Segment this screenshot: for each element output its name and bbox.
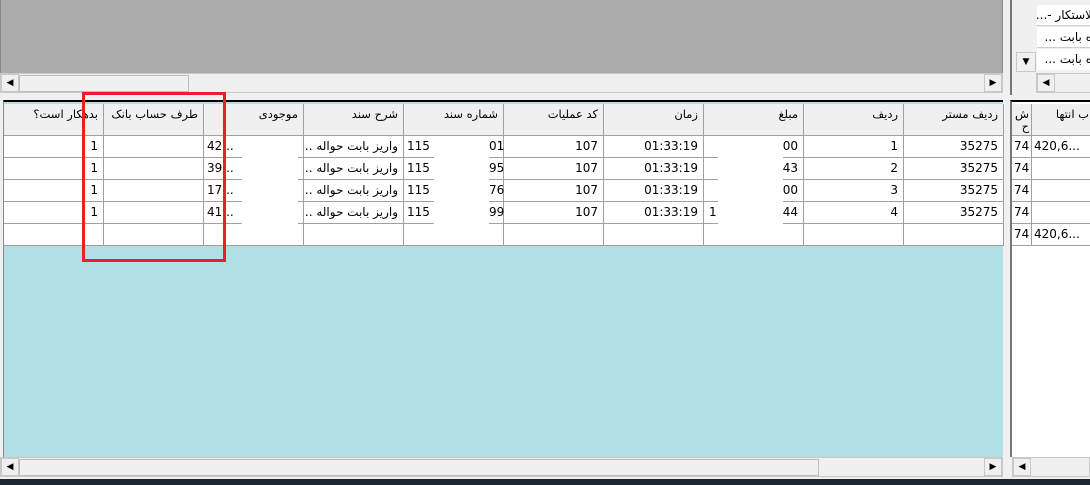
redaction-block	[718, 158, 783, 180]
top-right-list: لاستکار -... ه بابت ... ه بابت ... ▼ ◀	[1010, 0, 1090, 95]
taskbar-edge	[0, 479, 1090, 485]
list-item[interactable]: لاستکار -...	[1037, 5, 1090, 26]
right-column-header[interactable]: ش ح	[1012, 104, 1032, 136]
scroll-thumb[interactable]	[19, 459, 819, 476]
column-header-master-row[interactable]: ردیف مستر	[904, 104, 1004, 136]
redaction-block	[434, 202, 489, 224]
redaction-block	[434, 180, 489, 202]
top-right-hscroll[interactable]: ◀	[1036, 73, 1090, 93]
cell-row[interactable]	[804, 224, 904, 246]
cell-row[interactable]: 2	[804, 158, 904, 180]
redaction-block	[242, 158, 298, 180]
scroll-right-icon[interactable]: ▶	[984, 74, 1002, 92]
cell-doc-desc[interactable]: واریز بابت حواله ...	[304, 180, 404, 202]
cell-master-row[interactable]: 35275	[904, 136, 1004, 158]
redaction-block	[434, 158, 489, 180]
cell-operation-code[interactable]: 107	[504, 158, 604, 180]
scroll-left-icon[interactable]: ◀	[1, 74, 19, 92]
scroll-left-icon[interactable]: ◀	[1, 458, 19, 476]
doc-number-suffix: 01	[489, 139, 505, 153]
scroll-down-icon[interactable]: ▼	[1016, 52, 1036, 72]
cell-operation-code[interactable]: 107	[504, 180, 604, 202]
column-header-operation-code[interactable]: کد عملیات	[504, 104, 604, 136]
cell-time[interactable]	[604, 224, 704, 246]
cell-time[interactable]: 01:33:19	[604, 136, 704, 158]
cell-operation-code[interactable]	[504, 224, 604, 246]
right-cell[interactable]: 74	[1012, 202, 1032, 224]
top-panel	[0, 0, 1003, 73]
right-cell[interactable]: 420,6...	[1032, 224, 1090, 246]
column-header-doc-desc[interactable]: شرح سند	[304, 104, 404, 136]
list-item[interactable]: ه بابت ...	[1037, 27, 1090, 48]
cell-doc-desc[interactable]	[304, 224, 404, 246]
scroll-left-icon[interactable]: ◀	[1013, 458, 1031, 476]
redaction-block	[434, 136, 489, 158]
scroll-thumb[interactable]	[19, 75, 189, 92]
amount-prefix: 1	[709, 205, 717, 219]
right-cell[interactable]: 420,6...	[1032, 136, 1090, 158]
cell-doc-number[interactable]	[404, 224, 504, 246]
cell-time[interactable]: 01:33:19	[604, 180, 704, 202]
cell-doc-desc[interactable]: واریز بابت حواله ...	[304, 202, 404, 224]
grid-horizontal-scrollbar[interactable]: ◀ ▶	[0, 457, 1003, 477]
cell-row[interactable]: 1	[804, 136, 904, 158]
right-grid: ش حب انتها 74 420,6... 74 74 74 74 420,6...	[1010, 100, 1090, 457]
right-cell[interactable]	[1032, 202, 1090, 224]
cell-time[interactable]: 01:33:19	[604, 202, 704, 224]
redaction-block	[242, 136, 298, 158]
highlight-box	[82, 92, 226, 262]
cell-operation-code[interactable]: 107	[504, 202, 604, 224]
cell-master-row[interactable]: 35275	[904, 180, 1004, 202]
doc-number-suffix: 95	[489, 161, 505, 175]
redaction-block	[242, 202, 298, 224]
right-cell[interactable]	[1032, 180, 1090, 202]
right-cell[interactable]: 74	[1012, 158, 1032, 180]
right-cell[interactable]	[1032, 158, 1090, 180]
right-column-header[interactable]: ب انتها	[1032, 104, 1090, 136]
scroll-right-icon[interactable]: ▶	[984, 458, 1002, 476]
cell-operation-code[interactable]: 107	[504, 136, 604, 158]
cell-master-row[interactable]: 35275	[904, 158, 1004, 180]
redaction-block	[718, 180, 783, 202]
cell-doc-desc[interactable]: واریز بابت حواله ...	[304, 136, 404, 158]
column-header-row[interactable]: ردیف	[804, 104, 904, 136]
cell-master-row[interactable]	[904, 224, 1004, 246]
cell-amount[interactable]	[704, 224, 804, 246]
top-horizontal-scrollbar[interactable]: ◀ ▶	[0, 73, 1003, 93]
redaction-block	[242, 180, 298, 202]
redaction-block	[718, 136, 783, 158]
cell-master-row[interactable]: 35275	[904, 202, 1004, 224]
scroll-left-icon[interactable]: ◀	[1037, 74, 1055, 92]
right-cell[interactable]: 74	[1012, 224, 1032, 246]
right-cell[interactable]: 74	[1012, 136, 1032, 158]
column-header-amount[interactable]: مبلغ	[704, 104, 804, 136]
redaction-block	[718, 202, 783, 224]
right-cell[interactable]: 74	[1012, 180, 1032, 202]
doc-number-suffix: 99	[489, 205, 505, 219]
doc-number-suffix: 76	[489, 183, 505, 197]
right-grid-hscroll[interactable]: ◀	[1012, 457, 1090, 477]
list-item[interactable]: ه بابت ...	[1037, 49, 1090, 70]
column-header-time[interactable]: زمان	[604, 104, 704, 136]
column-header-doc-number[interactable]: شماره سند	[404, 104, 504, 136]
cell-doc-desc[interactable]: واریز بابت حواله ...	[304, 158, 404, 180]
cell-time[interactable]: 01:33:19	[604, 158, 704, 180]
cell-row[interactable]: 3	[804, 180, 904, 202]
cell-row[interactable]: 4	[804, 202, 904, 224]
